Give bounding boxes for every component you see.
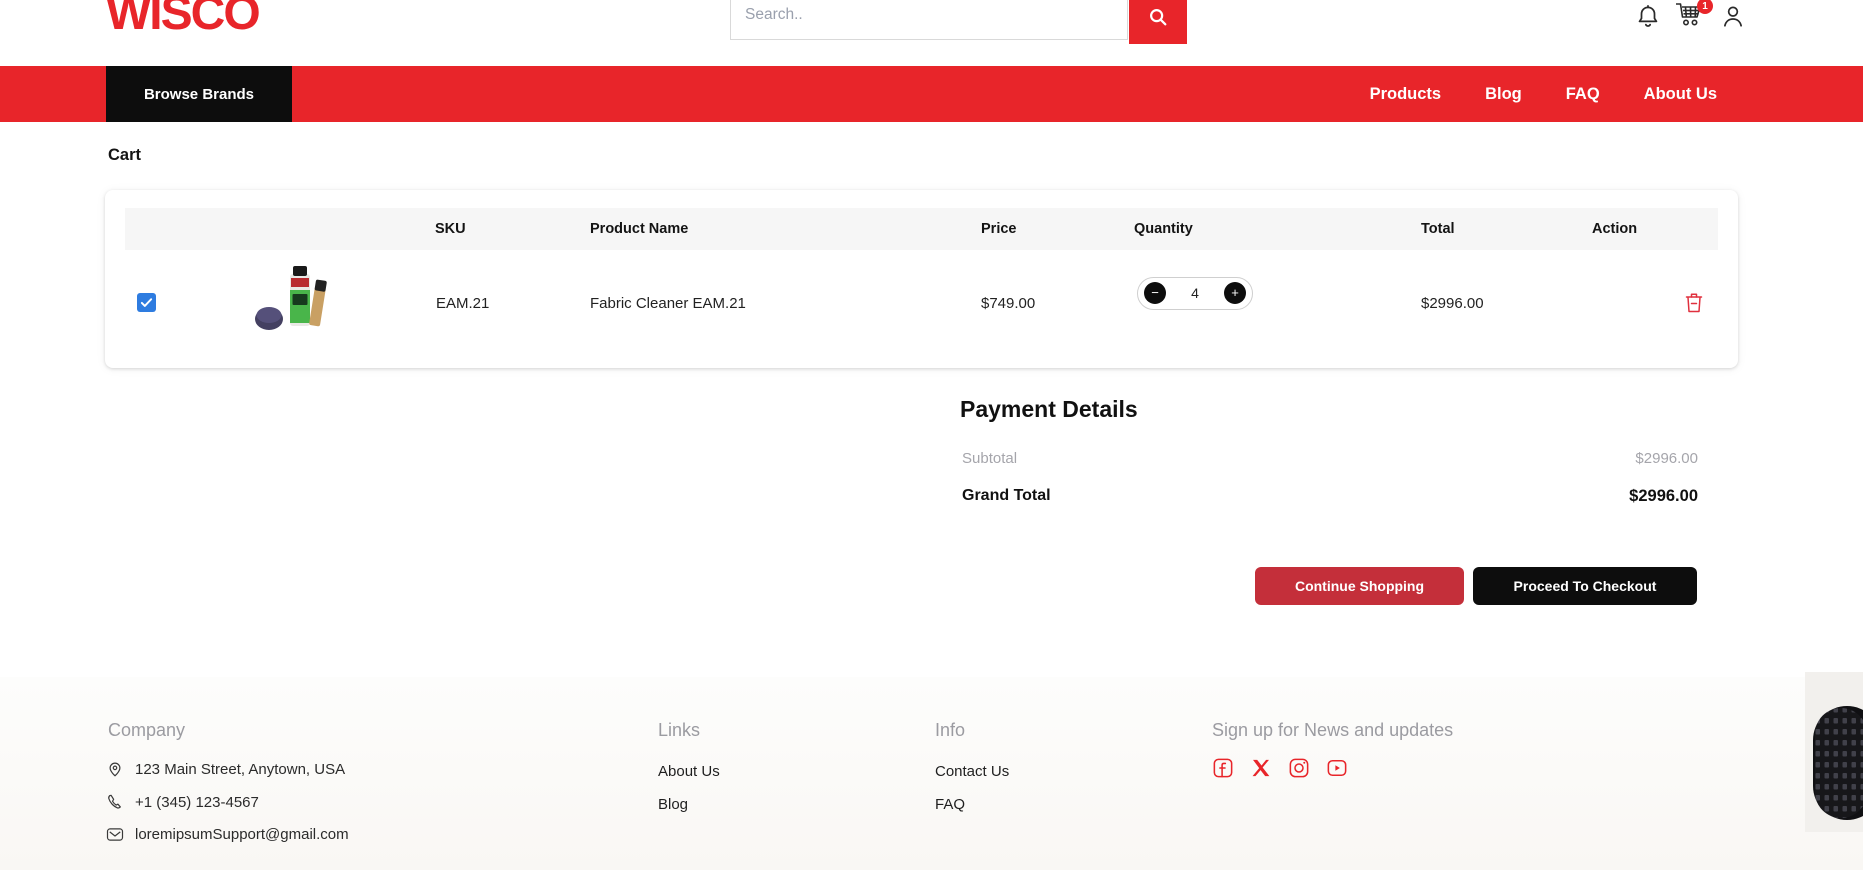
column-header-name: Product Name — [590, 208, 688, 250]
nav-link-faq[interactable]: FAQ — [1566, 85, 1600, 104]
footer-phone-text: +1 (345) 123-4567 — [135, 794, 259, 811]
subtotal-value: $2996.00 — [1635, 450, 1698, 467]
search-button[interactable] — [1129, 0, 1187, 44]
facebook-icon[interactable] — [1213, 758, 1233, 778]
brand-logo[interactable]: WISCO — [106, 0, 259, 38]
quantity-stepper: − 4 + — [1137, 277, 1253, 310]
trash-icon[interactable] — [1684, 291, 1704, 314]
footer-link-about[interactable]: About Us — [658, 763, 720, 780]
column-header-quantity: Quantity — [1134, 208, 1193, 250]
proceed-to-checkout-button[interactable]: Proceed To Checkout — [1473, 567, 1697, 605]
footer-address: 123 Main Street, Anytown, USA — [106, 760, 345, 778]
item-sku: EAM.21 — [436, 295, 489, 312]
grand-total-row: Grand Total $2996.00 — [962, 487, 1698, 506]
grand-total-label: Grand Total — [962, 487, 1051, 506]
footer-info-title: Info — [935, 720, 965, 741]
cart-count-badge: 1 — [1697, 0, 1713, 14]
footer-company-title: Company — [108, 720, 185, 741]
envelope-icon — [106, 827, 124, 842]
payment-details-title: Payment Details — [960, 396, 1138, 423]
footer-email-text: loremipsumSupport@gmail.com — [135, 826, 349, 843]
bell-icon[interactable] — [1635, 3, 1661, 29]
phone-icon — [106, 793, 124, 811]
subtotal-row: Subtotal $2996.00 — [962, 450, 1698, 467]
table-header-row — [125, 208, 1718, 250]
nav-links: Products Blog FAQ About Us — [1370, 66, 1717, 122]
x-icon[interactable] — [1251, 758, 1271, 778]
browse-brands-button[interactable]: Browse Brands — [106, 66, 292, 122]
grand-total-value: $2996.00 — [1629, 487, 1698, 506]
footer-links-title: Links — [658, 720, 700, 741]
user-icon[interactable] — [1720, 3, 1746, 29]
column-header-sku: SKU — [435, 208, 466, 250]
footer-phone: +1 (345) 123-4567 — [106, 793, 259, 811]
youtube-icon[interactable] — [1327, 758, 1347, 778]
continue-shopping-button[interactable]: Continue Shopping — [1255, 567, 1464, 605]
footer-link-contact[interactable]: Contact Us — [935, 763, 1009, 780]
page-title: Cart — [108, 146, 141, 165]
check-icon — [140, 296, 153, 309]
column-header-total: Total — [1421, 208, 1455, 250]
search-input[interactable] — [730, 0, 1128, 40]
newsletter-title: Sign up for News and updates — [1212, 720, 1453, 741]
nav-link-about[interactable]: About Us — [1644, 85, 1717, 104]
footer-email: loremipsumSupport@gmail.com — [106, 826, 349, 843]
instagram-icon[interactable] — [1289, 758, 1309, 778]
nav-link-products[interactable]: Products — [1370, 85, 1442, 104]
cart-page: WISCO 1 Browse Brands Products Blog FAQ — [0, 0, 1863, 870]
footer-address-text: 123 Main Street, Anytown, USA — [135, 761, 345, 778]
nav-link-blog[interactable]: Blog — [1485, 85, 1522, 104]
quantity-increase-button[interactable]: + — [1224, 282, 1246, 304]
column-header-action: Action — [1592, 208, 1637, 250]
social-icons — [1213, 758, 1347, 778]
map-pin-icon — [106, 760, 124, 778]
item-checkbox[interactable] — [137, 293, 156, 312]
item-name: Fabric Cleaner EAM.21 — [590, 295, 746, 312]
column-header-price: Price — [981, 208, 1016, 250]
tire-suspension-image — [1805, 672, 1863, 857]
item-price: $749.00 — [981, 295, 1035, 312]
item-total: $2996.00 — [1421, 295, 1484, 312]
footer-link-blog[interactable]: Blog — [658, 796, 688, 813]
subtotal-label: Subtotal — [962, 450, 1017, 467]
product-image — [252, 264, 342, 336]
footer-link-faq[interactable]: FAQ — [935, 796, 965, 813]
search-icon — [1147, 6, 1169, 28]
